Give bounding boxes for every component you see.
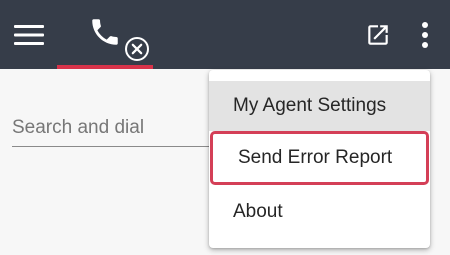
menu-item-label: About: [233, 201, 283, 222]
search-and-dial-input[interactable]: [12, 110, 212, 147]
phone-tab[interactable]: [57, 0, 153, 69]
menu-item-label: My Agent Settings: [233, 95, 387, 116]
top-bar: [0, 0, 450, 69]
close-circle-icon: [124, 36, 150, 62]
menu-item-send-error-report[interactable]: Send Error Report: [210, 131, 429, 185]
menu-item-label: Send Error Report: [238, 147, 393, 168]
more-vertical-icon[interactable]: [419, 20, 431, 50]
open-in-new-icon[interactable]: [365, 22, 391, 48]
phone-icon: [88, 15, 122, 49]
overflow-dropdown-menu: My Agent Settings Send Error Report Abou…: [209, 70, 430, 248]
menu-item-about[interactable]: About: [209, 187, 430, 237]
search-field: [12, 110, 212, 148]
active-tab-indicator: [57, 65, 153, 69]
hamburger-menu-icon[interactable]: [14, 23, 44, 47]
menu-item-my-agent-settings[interactable]: My Agent Settings: [209, 81, 430, 131]
